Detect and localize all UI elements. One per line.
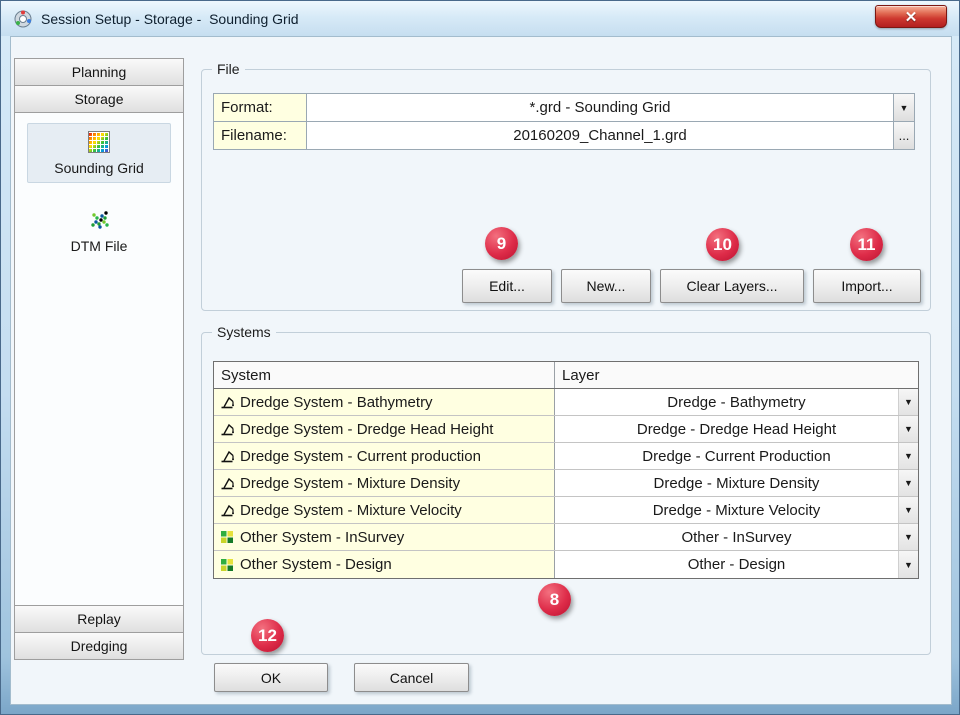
layer-dropdown-button[interactable]: ▼ xyxy=(898,524,918,550)
layer-dropdown-button[interactable]: ▼ xyxy=(898,497,918,523)
cancel-button[interactable]: Cancel xyxy=(354,663,469,692)
filename-input[interactable]: 20160209_Channel_1.grd xyxy=(307,122,893,149)
layer-dropdown-button[interactable]: ▼ xyxy=(898,551,918,578)
layer-dropdown-button[interactable]: ▼ xyxy=(898,416,918,442)
format-dropdown-button[interactable]: ▼ xyxy=(894,94,914,121)
sidebar-item-dtm-file[interactable]: DTM File xyxy=(27,201,171,261)
systems-group-title: Systems xyxy=(212,324,276,341)
system-cell[interactable]: Dredge System - Dredge Head Height xyxy=(214,416,555,442)
sidebar-tab-replay[interactable]: Replay xyxy=(14,605,184,633)
dredge-system-icon xyxy=(220,476,234,490)
layer-select[interactable]: Dredge - Mixture Density ▼ xyxy=(555,470,918,496)
import-button[interactable]: Import... xyxy=(813,269,921,303)
storage-subpanel: Sounding Grid DTM Fi xyxy=(14,112,184,606)
table-row: Dredge System - Current production Dredg… xyxy=(214,443,918,470)
layer-value: Dredge - Dredge Head Height xyxy=(637,421,836,438)
layer-dropdown-button[interactable]: ▼ xyxy=(898,470,918,496)
table-row: Dredge System - Mixture Density Dredge -… xyxy=(214,470,918,497)
other-system-icon xyxy=(220,558,234,572)
window-title: Session Setup - Storage - Sounding Grid xyxy=(41,11,299,27)
layer-select[interactable]: Other - InSurvey ▼ xyxy=(555,524,918,550)
titlebar: Session Setup - Storage - Sounding Grid … xyxy=(1,1,959,36)
chevron-down-icon: ▼ xyxy=(900,103,909,113)
system-cell[interactable]: Dredge System - Mixture Velocity xyxy=(214,497,555,523)
layer-select[interactable]: Other - Design ▼ xyxy=(555,551,918,578)
column-header-system: System xyxy=(214,362,555,388)
layer-select[interactable]: Dredge - Bathymetry ▼ xyxy=(555,389,918,415)
dredge-system-icon xyxy=(220,422,234,436)
other-system-icon xyxy=(220,530,234,544)
close-icon: ✕ xyxy=(905,8,918,26)
systems-table: System Layer Dredge System - Bathymetry … xyxy=(213,361,919,579)
system-label: Other System - InSurvey xyxy=(240,529,404,546)
sounding-grid-icon xyxy=(30,131,168,155)
filename-label: Filename: xyxy=(214,122,306,149)
system-label: Dredge System - Mixture Velocity xyxy=(240,502,462,519)
system-label: Dredge System - Dredge Head Height xyxy=(240,421,493,438)
callout-badge-12: 12 xyxy=(251,619,284,652)
sidebar-item-label: Sounding Grid xyxy=(54,160,144,176)
layer-value: Dredge - Mixture Density xyxy=(654,475,820,492)
file-fields: Format: *.grd - Sounding Grid ▼ Filename… xyxy=(213,93,915,150)
sidebar-tab-planning[interactable]: Planning xyxy=(14,58,184,86)
format-select[interactable]: *.grd - Sounding Grid xyxy=(307,94,893,121)
system-cell[interactable]: Dredge System - Bathymetry xyxy=(214,389,555,415)
table-row: Other System - InSurvey Other - InSurvey… xyxy=(214,524,918,551)
callout-badge-11: 11 xyxy=(850,228,883,261)
system-cell[interactable]: Dredge System - Mixture Density xyxy=(214,470,555,496)
dtm-file-icon xyxy=(30,209,168,233)
system-label: Dredge System - Current production xyxy=(240,448,481,465)
file-group-title: File xyxy=(212,61,245,78)
dredge-system-icon xyxy=(220,503,234,517)
sidebar-item-label: DTM File xyxy=(71,238,128,254)
layer-value: Dredge - Mixture Velocity xyxy=(653,502,821,519)
system-cell[interactable]: Other System - InSurvey xyxy=(214,524,555,550)
clear-layers-button[interactable]: Clear Layers... xyxy=(660,269,804,303)
callout-badge-10: 10 xyxy=(706,228,739,261)
ok-button[interactable]: OK xyxy=(214,663,328,692)
sidebar-tab-dredging[interactable]: Dredging xyxy=(14,632,184,660)
dredge-system-icon xyxy=(220,449,234,463)
browse-button[interactable]: ... xyxy=(894,122,914,149)
column-header-layer: Layer xyxy=(555,362,918,388)
session-setup-window: Session Setup - Storage - Sounding Grid … xyxy=(0,0,960,715)
table-row: Dredge System - Dredge Head Height Dredg… xyxy=(214,416,918,443)
format-label: Format: xyxy=(214,94,306,121)
app-icon xyxy=(13,9,33,29)
sidebar-item-sounding-grid[interactable]: Sounding Grid xyxy=(27,123,171,183)
layer-dropdown-button[interactable]: ▼ xyxy=(898,443,918,469)
layer-value: Other - Design xyxy=(688,556,786,573)
close-button[interactable]: ✕ xyxy=(875,5,947,28)
sidebar-tab-storage[interactable]: Storage xyxy=(14,85,184,113)
new-button[interactable]: New... xyxy=(561,269,651,303)
layer-value: Dredge - Bathymetry xyxy=(667,394,805,411)
system-label: Dredge System - Mixture Density xyxy=(240,475,460,492)
system-cell[interactable]: Dredge System - Current production xyxy=(214,443,555,469)
table-row: Other System - Design Other - Design ▼ xyxy=(214,551,918,578)
system-label: Other System - Design xyxy=(240,556,392,573)
layer-dropdown-button[interactable]: ▼ xyxy=(898,389,918,415)
table-header-row: System Layer xyxy=(214,362,918,389)
layer-select[interactable]: Dredge - Mixture Velocity ▼ xyxy=(555,497,918,523)
table-row: Dredge System - Bathymetry Dredge - Bath… xyxy=(214,389,918,416)
layer-select[interactable]: Dredge - Dredge Head Height ▼ xyxy=(555,416,918,442)
layer-value: Dredge - Current Production xyxy=(642,448,830,465)
callout-badge-8: 8 xyxy=(538,583,571,616)
dredge-system-icon xyxy=(220,395,234,409)
table-row: Dredge System - Mixture Velocity Dredge … xyxy=(214,497,918,524)
layer-value: Other - InSurvey xyxy=(681,529,791,546)
callout-badge-9: 9 xyxy=(485,227,518,260)
system-cell[interactable]: Other System - Design xyxy=(214,551,555,578)
layer-select[interactable]: Dredge - Current Production ▼ xyxy=(555,443,918,469)
system-label: Dredge System - Bathymetry xyxy=(240,394,433,411)
edit-button[interactable]: Edit... xyxy=(462,269,552,303)
